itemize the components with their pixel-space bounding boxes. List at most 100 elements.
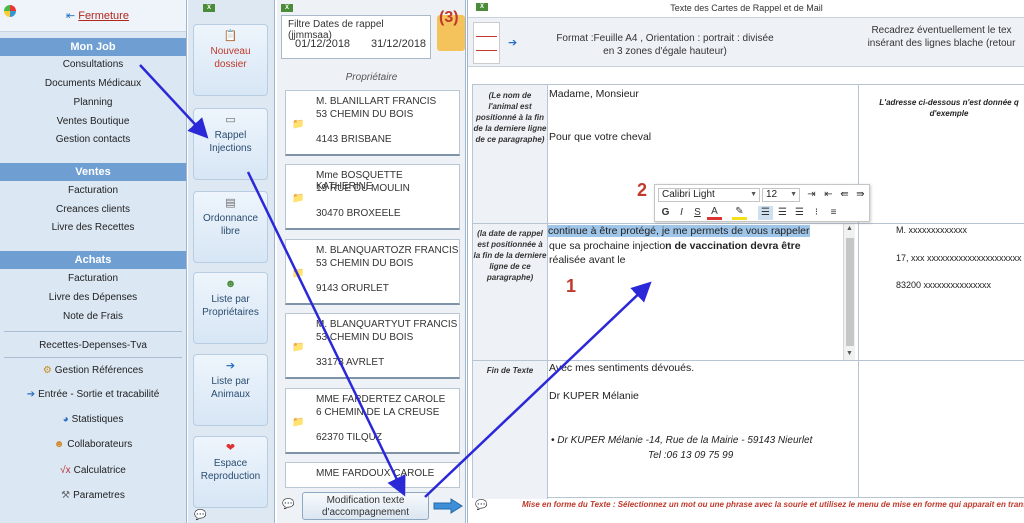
divider bbox=[858, 85, 859, 498]
section-header-ventes: Ventes bbox=[0, 163, 186, 181]
zone2-text-line[interactable]: que sa prochaine injection de vaccinatio… bbox=[549, 240, 801, 252]
chat-icon[interactable]: 💬 bbox=[282, 499, 294, 510]
nav-collaborateurs[interactable]: ☻ Collaborateurs bbox=[0, 437, 186, 453]
liste-animaux-button[interactable]: ➔ Liste par Animaux bbox=[193, 354, 268, 426]
align-center-icon[interactable]: ☰ bbox=[775, 206, 790, 220]
section-header-monjob: Mon Job bbox=[0, 38, 186, 56]
owner-card[interactable]: MME FARDOUX CAROLE bbox=[285, 462, 460, 488]
example-address-line: 17, xxx xxxxxxxxxxxxxxxxxxxxx bbox=[896, 253, 1022, 263]
app-logo-icon[interactable] bbox=[4, 5, 16, 17]
nav-gestion-contacts[interactable]: Gestion contacts bbox=[0, 132, 186, 148]
step-marker-2: 2 bbox=[637, 180, 648, 200]
excel-icon[interactable]: X bbox=[203, 4, 215, 12]
step-marker-1: 1 bbox=[566, 276, 577, 296]
italic-button[interactable]: I bbox=[674, 206, 689, 220]
action-button-column: X 📋 Nouveau dossier ▭ Rappel Injections … bbox=[188, 0, 275, 523]
nav-facturation-ventes[interactable]: Facturation bbox=[0, 183, 186, 199]
nav-divider bbox=[4, 331, 182, 332]
modification-texte-button[interactable]: Modification texte d'accompagnement bbox=[302, 492, 429, 520]
status-message: Mise en forme du Texte : Sélectionnez un… bbox=[522, 500, 1024, 509]
excel-icon[interactable]: X bbox=[281, 4, 293, 12]
nav-calculatrice[interactable]: √x Calculatrice bbox=[0, 463, 186, 479]
row-label-nom-animal: (Le nom de l'animal est positionné à la … bbox=[473, 85, 548, 223]
date-from-field[interactable]: 01/12/2018 bbox=[295, 38, 350, 50]
highlight-icon[interactable]: ✎ bbox=[732, 206, 747, 220]
folder-icon: 📁 bbox=[292, 342, 305, 353]
nav-parametres[interactable]: ⚒ Parametres bbox=[0, 488, 186, 504]
clipboard-icon: 📋 bbox=[223, 30, 238, 42]
nav-entree-sortie[interactable]: ➔ Entrée - Sortie et tracabilité bbox=[0, 387, 186, 403]
scroll-down-icon[interactable]: ▼ bbox=[846, 350, 853, 357]
zone3-text-line[interactable]: Avec mes sentiments dévoués. bbox=[549, 362, 694, 374]
fermeture-link[interactable]: ⇤ Fermeture bbox=[66, 9, 129, 22]
nav-planning[interactable]: Planning bbox=[0, 95, 186, 111]
liste-proprietaires-button[interactable]: ☻ Liste par Propriétaires bbox=[193, 272, 268, 344]
folder-icon: 📁 bbox=[292, 119, 305, 130]
nav-livre-recettes[interactable]: Livre des Recettes bbox=[0, 220, 186, 236]
chat-icon[interactable]: 💬 bbox=[194, 510, 206, 521]
row-label-date-rappel: (la date de rappel est positionnée à la … bbox=[473, 224, 548, 360]
pie-chart-icon: ◕ bbox=[62, 414, 69, 425]
paragraph-rtl-icon[interactable]: ⇤ bbox=[821, 188, 836, 202]
nav-creances-clients[interactable]: Creances clients bbox=[0, 202, 186, 218]
owner-card[interactable]: 📁 Mme BOSQUETTE KATHERINE 19 RUE DU MOUL… bbox=[285, 164, 460, 230]
folder-icon: 📁 bbox=[292, 268, 305, 279]
document-icon: ▤ bbox=[225, 197, 236, 209]
paragraph-ltr-icon[interactable]: ⇥ bbox=[804, 188, 819, 202]
zone2-text-line[interactable]: réalisée avant le bbox=[549, 254, 625, 266]
decrease-indent-icon[interactable]: ⇚ bbox=[837, 188, 852, 202]
chevron-down-icon: ▼ bbox=[750, 191, 757, 198]
date-to-field[interactable]: 31/12/2018 bbox=[371, 38, 426, 50]
section-header-achats: Achats bbox=[0, 251, 186, 269]
nav-note-frais[interactable]: Note de Frais bbox=[0, 309, 186, 325]
example-address-note: L'adresse ci-dessous n'est donnée q d'ex… bbox=[879, 98, 1019, 118]
next-arrow-icon[interactable] bbox=[433, 498, 463, 514]
nav-gestion-references[interactable]: ⚙ Gestion Références bbox=[0, 363, 186, 379]
arrow-right-icon: ➔ bbox=[26, 389, 36, 400]
owner-card[interactable]: 📁 M. BLANILLART FRANCIS 53 CHEMIN DU BOI… bbox=[285, 90, 460, 156]
font-color-button[interactable]: A bbox=[707, 206, 722, 220]
font-family-select[interactable]: Calibri Light ▼ bbox=[658, 188, 760, 202]
scroll-thumb[interactable] bbox=[846, 238, 854, 346]
zone3-address-line[interactable]: • Dr KUPER Mélanie -14, Rue de la Mairie… bbox=[551, 435, 812, 446]
nav-ventes-boutique[interactable]: Ventes Boutique bbox=[0, 114, 186, 130]
zone3-phone-line[interactable]: Tel :06 13 09 75 99 bbox=[648, 450, 733, 461]
references-icon: ⚙ bbox=[42, 365, 52, 376]
owner-card[interactable]: 📁 MME FARDERTEZ CAROLE 6 CHEMIN DE LA CR… bbox=[285, 388, 460, 454]
left-navigation: ⇤ Fermeture Mon Job Consultations Documen… bbox=[0, 0, 187, 523]
nav-livre-depenses[interactable]: Livre des Dépenses bbox=[0, 290, 186, 306]
format-description: Format :Feuille A4 , Orientation : portr… bbox=[556, 33, 774, 57]
zone1-text-line[interactable]: Madame, Monsieur bbox=[549, 88, 639, 100]
zone2-selected-text[interactable]: continue à être protégé, je me permets d… bbox=[548, 225, 810, 237]
chevron-down-icon: ▼ bbox=[790, 191, 797, 198]
underline-button[interactable]: S bbox=[690, 206, 705, 220]
recadrez-note: Recadrez éventuellement le tex insérant … bbox=[867, 25, 1016, 49]
nav-consultations[interactable]: Consultations bbox=[0, 57, 186, 73]
nav-facturation-achats[interactable]: Facturation bbox=[0, 271, 186, 287]
bullet-list-icon[interactable]: ⁝ bbox=[809, 206, 824, 220]
align-left-icon[interactable]: ☰ bbox=[758, 206, 773, 220]
numbered-list-icon[interactable]: ≡ bbox=[826, 206, 841, 220]
sqrt-icon: √x bbox=[60, 465, 71, 476]
nav-recettes-depenses-tva[interactable]: Recettes-Depenses-Tva bbox=[0, 338, 186, 354]
nouveau-dossier-button[interactable]: 📋 Nouveau dossier bbox=[193, 24, 268, 96]
row-label-fin-texte: Fin de Texte bbox=[473, 361, 548, 499]
owner-card[interactable]: 📁 M. BLANQUARTYUT FRANCIS 53 CHEMIN DU B… bbox=[285, 313, 460, 379]
increase-indent-icon[interactable]: ⇛ bbox=[853, 188, 868, 202]
zone1-text-line[interactable]: Pour que votre cheval bbox=[549, 131, 651, 143]
zone2-scrollbar[interactable]: ▲ ▼ bbox=[843, 224, 855, 360]
bold-button[interactable]: G bbox=[658, 206, 673, 220]
rappel-injections-button[interactable]: ▭ Rappel Injections bbox=[193, 108, 268, 180]
scroll-up-icon[interactable]: ▲ bbox=[846, 225, 853, 232]
align-right-icon[interactable]: ☰ bbox=[792, 206, 807, 220]
font-size-select[interactable]: 12 ▼ bbox=[762, 188, 800, 202]
espace-reproduction-button[interactable]: ❤ Espace Reproduction bbox=[193, 436, 268, 508]
card-icon: ▭ bbox=[225, 114, 236, 126]
example-address-line: M. xxxxxxxxxxxxx bbox=[896, 225, 967, 235]
zone3-text-line[interactable]: Dr KUPER Mélanie bbox=[549, 390, 639, 402]
folder-icon: 📁 bbox=[292, 193, 305, 204]
nav-documents-medicaux[interactable]: Documents Médicaux bbox=[0, 76, 186, 92]
nav-statistiques[interactable]: ◕ Statistiques bbox=[0, 412, 186, 428]
owner-card[interactable]: 📁 M. BLANQUARTOZR FRANCIS 53 CHEMIN DU B… bbox=[285, 239, 460, 305]
ordonnance-libre-button[interactable]: ▤ Ordonnance libre bbox=[193, 191, 268, 263]
